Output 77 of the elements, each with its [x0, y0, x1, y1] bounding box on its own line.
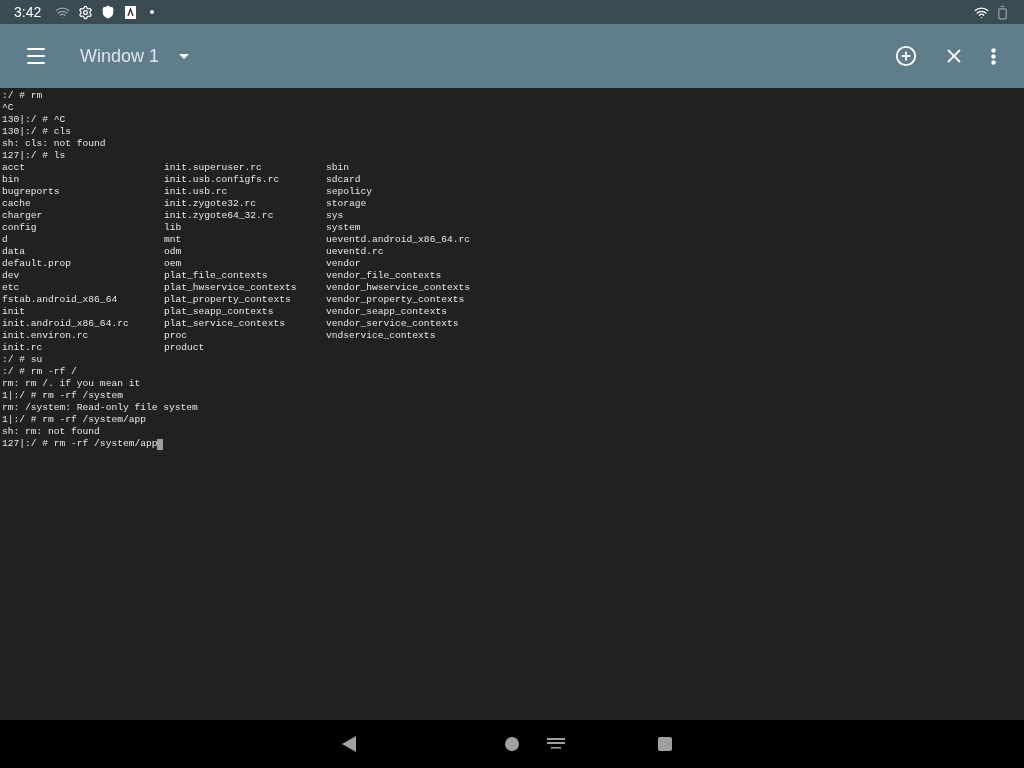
add-button[interactable]	[895, 45, 917, 67]
terminal-line: 130|:/ # cls	[2, 124, 72, 139]
terminal-line: vendor_service_contexts	[326, 317, 459, 329]
terminal-line: :/ # rm -rf /	[2, 364, 77, 379]
terminal-line: init.rc	[2, 341, 43, 353]
terminal-line: 127|:/ # rm -rf /system/app	[2, 436, 158, 451]
terminal-line: vendor_hwservice_contexts	[326, 281, 470, 293]
app-icon	[125, 5, 137, 19]
terminal-line: storage	[326, 197, 367, 209]
terminal-line: bugreports	[2, 185, 60, 197]
terminal-line: charger	[2, 209, 43, 221]
terminal-line: bin	[2, 173, 20, 185]
terminal-line: default.prop	[2, 257, 72, 269]
terminal-line: plat_property_contexts	[164, 293, 291, 305]
terminal-line: acct	[2, 161, 26, 173]
terminal-line: mnt	[164, 233, 182, 245]
terminal-line: 127|:/ # ls	[2, 148, 66, 163]
terminal-line: plat_service_contexts	[164, 317, 285, 329]
terminal-line: init	[2, 305, 26, 317]
add-icon	[895, 45, 917, 67]
back-icon[interactable]	[342, 736, 356, 752]
terminal-line: sh: rm: not found	[2, 424, 100, 439]
terminal-line: plat_hwservice_contexts	[164, 281, 297, 293]
terminal-line: plat_seapp_contexts	[164, 305, 274, 317]
terminal-line: odm	[164, 245, 182, 257]
more-icon	[991, 47, 996, 65]
more-button[interactable]	[991, 47, 996, 65]
terminal-line: vendor_file_contexts	[326, 269, 442, 281]
terminal-line: rm: /system: Read-only file system	[2, 400, 198, 415]
terminal-line: oem	[164, 257, 182, 269]
terminal-line: vndservice_contexts	[326, 329, 436, 341]
terminal-line: 1|:/ # rm -rf /system	[2, 388, 123, 403]
terminal-line: sh: cls: not found	[2, 136, 106, 151]
terminal-line: d	[2, 233, 8, 245]
terminal-line: product	[164, 341, 205, 353]
terminal-line: lib	[164, 221, 182, 233]
terminal-line: rm: rm /. if you mean it	[2, 376, 141, 391]
caret-icon	[179, 53, 190, 59]
terminal-line: :/ # rm	[2, 88, 43, 103]
terminal-line: init.superuser.rc	[164, 161, 262, 173]
terminal-line: etc	[2, 281, 20, 293]
battery-icon	[995, 4, 1010, 20]
terminal-line: init.zygote64_32.rc	[164, 209, 274, 221]
terminal-line: vendor	[326, 257, 361, 269]
terminal-line: config	[2, 221, 37, 233]
terminal-line: vendor_property_contexts	[326, 293, 465, 305]
terminal-line: 130|:/ # ^C	[2, 112, 66, 127]
terminal-line: cache	[2, 197, 31, 209]
terminal-line: system	[326, 221, 361, 233]
terminal-line: plat_file_contexts	[164, 269, 268, 281]
terminal-line: vendor_seapp_contexts	[326, 305, 447, 317]
terminal-line: sepolicy	[326, 185, 373, 197]
terminal-line: fstab.android_x86_64	[2, 293, 118, 305]
terminal-line: ueventd.android_x86_64.rc	[326, 233, 470, 245]
cursor-icon	[157, 438, 164, 450]
terminal-line: init.android_x86_64.rc	[2, 317, 129, 329]
terminal-line: init.usb.configfs.rc	[164, 173, 280, 185]
terminal-line: init.usb.rc	[164, 185, 228, 197]
shield-icon	[101, 5, 116, 19]
terminal-line: sbin	[326, 161, 350, 173]
terminal-line: 1|:/ # rm -rf /system/app	[2, 412, 146, 427]
terminal-line: ueventd.rc	[326, 245, 384, 257]
home-icon[interactable]	[505, 737, 519, 751]
terminal-line: ^C	[2, 100, 14, 115]
status-time: 3:42	[14, 2, 42, 22]
terminal-line: init.environ.rc	[2, 329, 89, 341]
terminal-line: data	[2, 245, 26, 257]
terminal-line: dev	[2, 269, 20, 281]
window-selector[interactable]: Window 1	[80, 42, 190, 70]
terminal-line: sdcard	[326, 173, 361, 185]
terminal-line: proc	[164, 329, 188, 341]
terminal-line: init.zygote32.rc	[164, 197, 257, 209]
wifi-icon	[55, 4, 71, 20]
wifi-icon	[974, 4, 989, 20]
terminal-line: :/ # su	[2, 352, 43, 367]
terminal-line: sys	[326, 209, 344, 221]
settings-icon	[78, 4, 94, 20]
